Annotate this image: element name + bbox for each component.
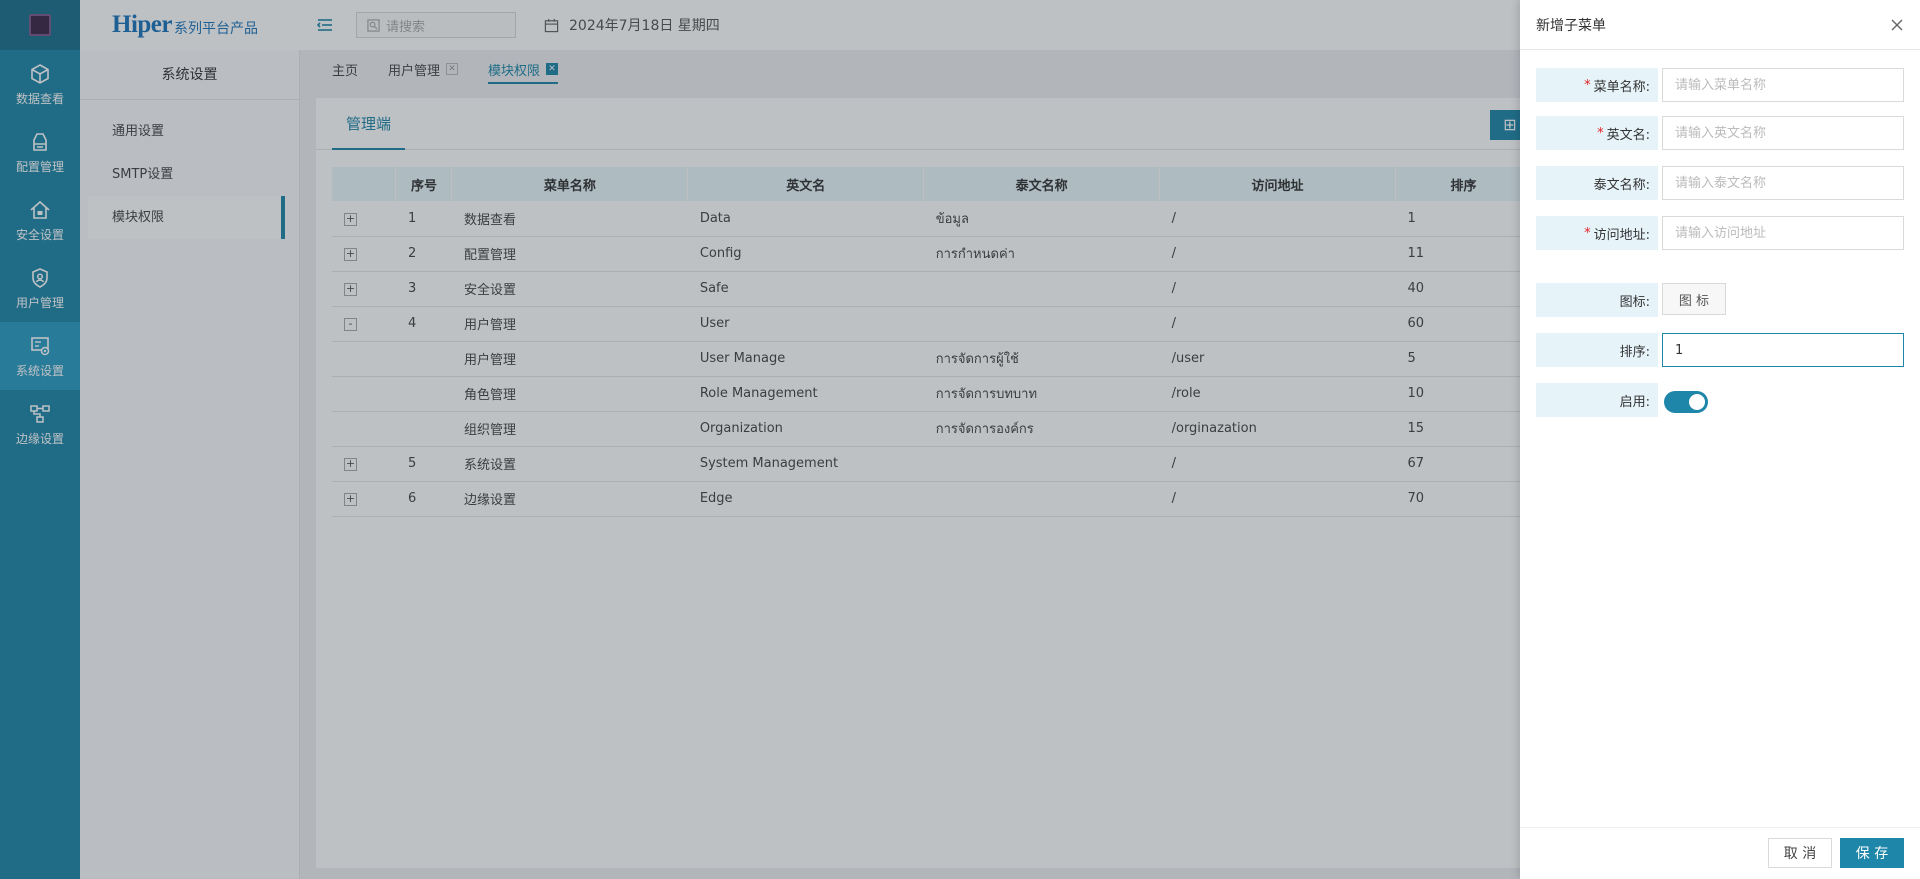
field-label: 排序: (1536, 333, 1658, 367)
field-menu-name: * 菜单名称: (1536, 68, 1904, 102)
field-sort: 排序: (1536, 333, 1904, 367)
field-english-name: * 英文名: (1536, 116, 1904, 150)
field-label-text: 排序: (1619, 344, 1650, 360)
field-label-text: 泰文名称: (1593, 177, 1650, 193)
field-url: * 访问地址: (1536, 216, 1904, 250)
field-label: 图标: (1536, 283, 1658, 317)
required-mark: * (1597, 125, 1604, 141)
drawer-footer: 取 消 保 存 (1520, 827, 1920, 879)
field-enabled: 启用: (1536, 383, 1904, 417)
cancel-button[interactable]: 取 消 (1768, 838, 1832, 868)
drawer-header: 新增子菜单 (1520, 0, 1920, 50)
field-thai-name: 泰文名称: (1536, 166, 1904, 200)
choose-icon-button[interactable]: 图 标 (1662, 283, 1726, 315)
drawer-title: 新增子菜单 (1536, 17, 1606, 34)
field-label: 泰文名称: (1536, 166, 1658, 200)
english-name-input[interactable] (1662, 116, 1904, 150)
field-label: 启用: (1536, 383, 1658, 417)
field-label-text: 英文名: (1606, 127, 1650, 143)
field-label-text: 菜单名称: (1593, 79, 1650, 95)
enabled-toggle[interactable] (1664, 391, 1708, 413)
field-label-text: 访问地址: (1593, 227, 1650, 243)
field-label: * 访问地址: (1536, 216, 1658, 250)
field-label-text: 启用: (1619, 394, 1650, 410)
field-label-text: 图标: (1619, 294, 1650, 310)
save-button[interactable]: 保 存 (1840, 838, 1904, 868)
url-input[interactable] (1662, 216, 1904, 250)
required-mark: * (1584, 225, 1591, 241)
close-icon[interactable] (1890, 18, 1904, 32)
field-label: * 英文名: (1536, 116, 1658, 150)
field-label: * 菜单名称: (1536, 68, 1658, 102)
add-submenu-drawer: 新增子菜单 *菜单名称: *英文名: 泰文名称: *访问地址: 图标: 图 标 … (1520, 0, 1920, 879)
menu-name-input[interactable] (1662, 68, 1904, 102)
required-mark: * (1584, 77, 1591, 93)
sort-input[interactable] (1662, 333, 1904, 367)
thai-name-input[interactable] (1662, 166, 1904, 200)
field-icon: 图标: 图 标 (1536, 283, 1904, 317)
